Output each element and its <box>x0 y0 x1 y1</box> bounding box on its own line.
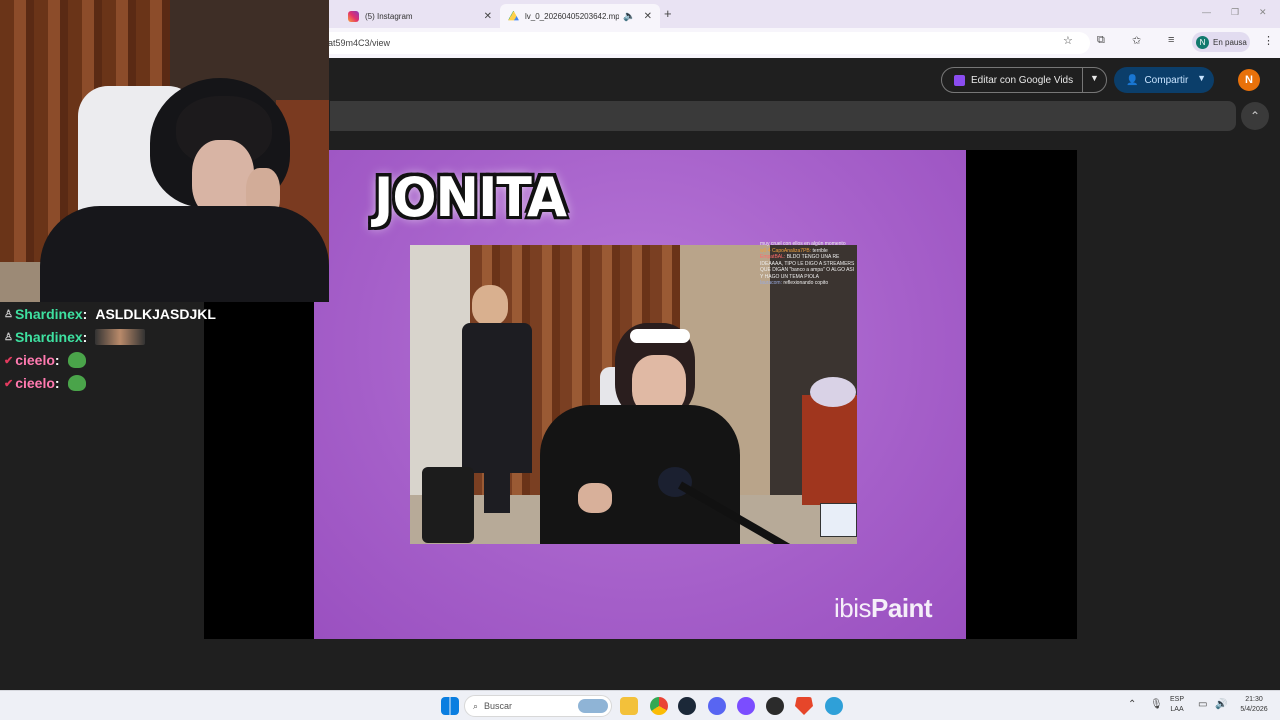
minimize-icon[interactable]: — <box>1202 7 1211 17</box>
chat-badge-icon: ♙ <box>4 308 13 320</box>
clip-chat-line: lauracom: reflexionando copito <box>760 280 829 286</box>
chat-message: ♙ Shardinex: ASLDLKJASDJKL <box>4 304 216 324</box>
chat-colon: : <box>54 352 60 368</box>
chat-username: Shardinex <box>14 306 83 322</box>
new-tab-button[interactable]: + <box>664 6 672 21</box>
tab-title: (5) Instagram <box>365 11 413 21</box>
chat-message: ✔ cieelo: <box>4 373 86 393</box>
chevron-down-icon[interactable]: ▼ <box>1090 73 1099 83</box>
person-hoodie <box>540 405 740 544</box>
close-tab-icon[interactable]: ✕ <box>644 11 652 22</box>
extensions-icon[interactable]: ⧉ <box>1097 34 1105 47</box>
chat-username: cieelo <box>15 375 55 391</box>
search-placeholder: Buscar <box>484 701 513 711</box>
edit-with-google-vids-button[interactable]: Editar con Google Vids ▼ <box>941 67 1107 93</box>
lang-layout: LAA <box>1170 706 1184 713</box>
windows-taskbar: ⌕ Buscar ⌃ 🎙 ESP LAA ▭ 🔊 21:30 5/4/2026 <box>0 690 1280 720</box>
volume-icon[interactable]: 🔊 <box>1215 699 1227 710</box>
bookmark-star-icon[interactable]: ☆ <box>1063 34 1073 47</box>
red-shelf <box>802 395 857 505</box>
profile-button[interactable]: N En pausa <box>1192 32 1250 52</box>
cutout-head <box>472 285 508 325</box>
chat-message: ✔ cieelo: <box>4 350 86 370</box>
tumbler-cup <box>422 467 474 543</box>
chat-username: Shardinex <box>14 329 83 345</box>
cutout-suit <box>462 323 532 473</box>
person-hand <box>578 483 612 513</box>
share-button[interactable]: 👤 Compartir ▼ <box>1114 67 1214 93</box>
widget-image-icon[interactable] <box>578 699 608 713</box>
clock-time: 21:30 <box>1245 696 1263 703</box>
steam-icon[interactable] <box>678 697 696 715</box>
chevron-up-icon[interactable]: ⌃ <box>1241 102 1269 130</box>
tab-title: lv_0_20260405203642.mp4 - <box>525 11 620 21</box>
clip-chat-line: EmpatBAL: BLDO TENGO UNA RE IDEAAAA, TIP… <box>760 254 855 280</box>
instagram-icon <box>348 10 359 22</box>
speaker-icon[interactable]: 🔈 <box>623 11 635 22</box>
chevron-down-icon[interactable]: ▼ <box>1197 73 1206 83</box>
edit-with-label: Editar con Google Vids <box>971 74 1074 86</box>
google-vids-icon <box>954 74 965 86</box>
drive-icon <box>508 10 519 21</box>
lang-code: ESP <box>1170 696 1185 703</box>
obs-icon[interactable] <box>766 697 784 715</box>
network-icon[interactable]: ▭ <box>1198 699 1207 710</box>
tab-instagram[interactable]: (5) Instagram ✕ <box>340 4 500 28</box>
menu-kebab-icon[interactable]: ⋮ <box>1263 34 1274 47</box>
video-title-text: JONITA <box>374 166 567 230</box>
share-label: Compartir <box>1144 74 1189 86</box>
clock-date: 5/4/2026 <box>1240 706 1268 713</box>
chat-username: cieelo <box>15 352 55 368</box>
cutout-legs <box>484 473 510 513</box>
chat-colon: : <box>82 329 88 345</box>
restore-icon[interactable]: ❐ <box>1231 7 1239 18</box>
purple-app-icon[interactable] <box>737 697 755 715</box>
profile-avatar: N <box>1196 35 1209 49</box>
windows-start-icon[interactable] <box>441 697 459 715</box>
chat-badge-icon: ♙ <box>4 331 13 343</box>
chrome-icon[interactable] <box>650 697 668 715</box>
url-text: at59m4C3/view <box>328 38 391 48</box>
chat-colon: : <box>82 306 88 322</box>
heart-badge-icon: ✔ <box>4 354 14 367</box>
favorites-icon[interactable]: ✩ <box>1132 34 1141 47</box>
pepe-frog-emote <box>67 375 86 391</box>
ibispaint-watermark: ibisPaint <box>834 593 933 623</box>
media-control-icon[interactable]: ≡ <box>1168 34 1174 46</box>
url-field[interactable]: at59m4C3/view <box>250 32 1090 54</box>
mini-window-overlay <box>820 503 857 537</box>
brave-icon[interactable] <box>795 697 813 715</box>
language-indicator[interactable]: ESP LAA <box>1170 695 1184 715</box>
capcut-icon[interactable] <box>825 697 843 715</box>
white-sunglasses <box>630 329 690 343</box>
clip-chat-overlay: muy cruel con ellos en algún momento w0 … <box>760 241 858 337</box>
file-explorer-icon[interactable] <box>620 697 638 715</box>
chat-text: ASLDLKJASDJKL <box>95 306 216 322</box>
chevron-up-icon[interactable]: ⌃ <box>1128 699 1136 710</box>
chat-colon: : <box>54 375 60 391</box>
face-emote <box>95 329 146 345</box>
viewer-toolbar-strip <box>330 101 1236 131</box>
account-avatar[interactable]: N <box>1238 69 1260 91</box>
heart-badge-icon: ✔ <box>4 377 14 390</box>
share-people-icon: 👤 <box>1126 74 1139 86</box>
profile-status: En pausa <box>1213 37 1247 47</box>
close-tab-icon[interactable]: ✕ <box>484 11 492 22</box>
search-icon: ⌕ <box>473 700 479 711</box>
chat-message: ♙ Shardinex: <box>4 327 146 347</box>
streamer-webcam <box>0 0 329 302</box>
shelf-object <box>810 377 856 407</box>
clock[interactable]: 21:30 5/4/2026 <box>1236 695 1272 715</box>
webcam-hoodie <box>40 206 329 302</box>
discord-icon[interactable] <box>708 697 726 715</box>
microphone-icon[interactable]: 🎙 <box>1150 699 1163 710</box>
divider <box>1082 68 1083 92</box>
tab-drive-video[interactable]: lv_0_20260405203642.mp4 - 🔈 ✕ <box>500 4 660 28</box>
close-window-icon[interactable]: ✕ <box>1259 7 1267 18</box>
pepe-frog-emote <box>67 352 86 368</box>
